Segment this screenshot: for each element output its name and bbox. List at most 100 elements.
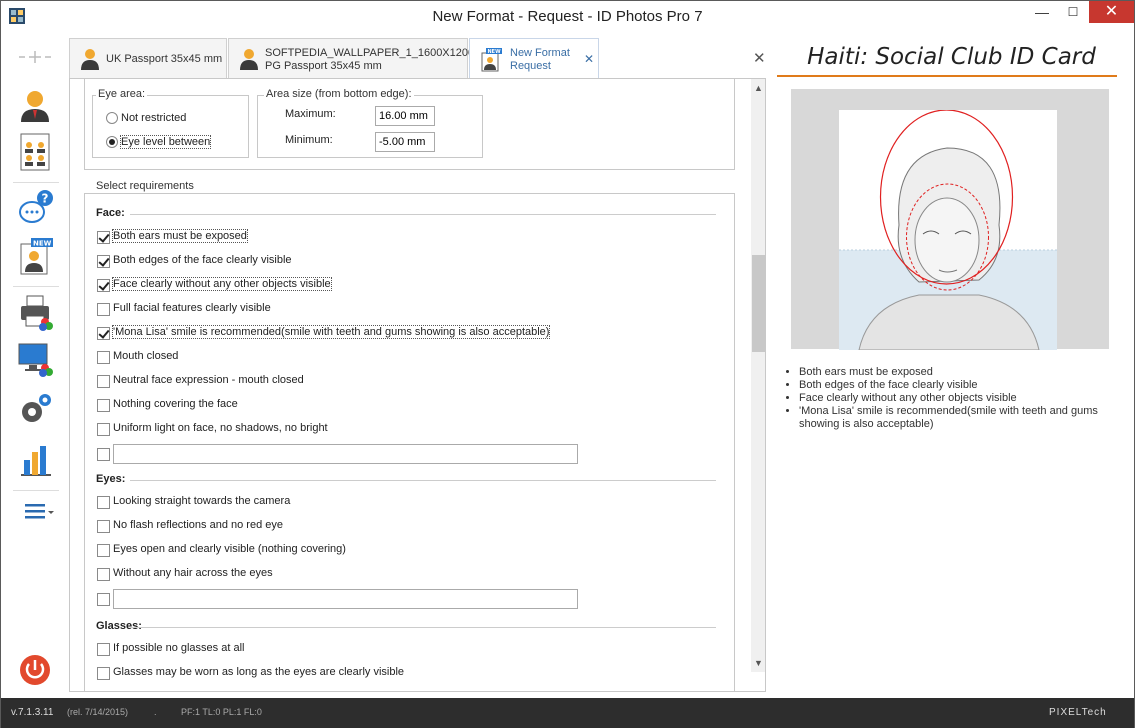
person-icon: [239, 48, 259, 70]
app-window: New Format - Request - ID Photos Pro 7 —…: [0, 0, 1135, 728]
scroll-thumb[interactable]: [752, 255, 765, 352]
not-restricted-radio[interactable]: [106, 112, 118, 124]
face-checkbox[interactable]: [97, 255, 110, 268]
list-item: Both edges of the face clearly visible: [799, 379, 1129, 392]
brand-logo: PIXELTech: [1049, 707, 1107, 718]
face-checkbox[interactable]: [97, 327, 110, 340]
area-size-label: Area size (from bottom edge):: [264, 88, 414, 100]
maximum-label: Maximum:: [285, 108, 336, 120]
glasses-requirement-label: If possible no glasses at all: [113, 642, 245, 654]
title-bar: New Format - Request - ID Photos Pro 7 —…: [1, 1, 1134, 32]
face-custom-input[interactable]: [113, 444, 578, 464]
eye-area-label: Eye area:: [96, 88, 148, 100]
eyes-custom-input[interactable]: [113, 589, 578, 609]
face-checkbox[interactable]: [97, 399, 110, 412]
help-chat-icon[interactable]: ?: [15, 188, 55, 228]
requirements-label: Select requirements: [94, 180, 196, 192]
menu-icon[interactable]: [15, 498, 55, 526]
photo-preview: [791, 89, 1109, 350]
face-custom-checkbox[interactable]: [97, 448, 110, 461]
scrollbar[interactable]: ▲ ▼: [751, 79, 765, 672]
tab-label: UK Passport 35x45 mm: [106, 53, 223, 65]
maximum-input[interactable]: [375, 106, 435, 126]
chart-icon[interactable]: [15, 440, 55, 480]
scroll-down-icon[interactable]: ▼: [754, 658, 763, 668]
status-dot: .: [154, 707, 157, 717]
tab-new-format-request[interactable]: NEW New Format Request ✕: [469, 38, 599, 78]
preview-pane: Haiti: Social Club ID Card Both: [769, 32, 1134, 698]
new-format-icon[interactable]: NEW: [15, 236, 55, 276]
eye-level-label: Eye level between: [119, 135, 212, 149]
face-requirement-label: Face clearly without any other objects v…: [112, 277, 332, 291]
minimize-button[interactable]: —: [1027, 1, 1057, 23]
person-icon: [80, 48, 100, 70]
version-text: v.7.1.3.11: [11, 707, 54, 718]
minimum-label: Minimum:: [285, 134, 333, 146]
requirements-group: [84, 193, 735, 691]
eyes-requirement-label: Looking straight towards the camera: [113, 495, 291, 507]
svg-text:?: ?: [42, 192, 49, 206]
eye-area-group: [92, 95, 249, 158]
face-requirement-label: Mouth closed: [113, 350, 179, 362]
release-text: (rel. 7/14/2015): [67, 707, 129, 717]
sidebar-divider: [13, 286, 59, 287]
face-requirement-label: Both ears must be exposed: [112, 229, 248, 243]
glasses-checkbox[interactable]: [97, 643, 110, 656]
title-underline: [777, 75, 1117, 77]
face-checkbox[interactable]: [97, 423, 110, 436]
face-divider: [130, 214, 716, 215]
preview-title: Haiti: Social Club ID Card: [807, 44, 1096, 70]
eye-level-radio[interactable]: [106, 136, 118, 148]
eyes-checkbox[interactable]: [97, 496, 110, 509]
eyes-checkbox[interactable]: [97, 568, 110, 581]
tab-sublabel: PG Passport 35x45 mm: [265, 60, 382, 72]
person-icon[interactable]: [15, 86, 55, 126]
face-requirement-label: Nothing covering the face: [113, 398, 238, 410]
face-requirement-label: Full facial features clearly visible: [113, 302, 271, 314]
area-size-group: [257, 95, 483, 158]
glasses-heading: Glasses:: [96, 620, 142, 632]
sidebar-divider: [13, 182, 59, 183]
maximize-button[interactable]: ☐: [1058, 1, 1088, 23]
face-requirement-label: Both edges of the face clearly visible: [113, 254, 292, 266]
face-checkbox[interactable]: [97, 351, 110, 364]
eyes-checkbox[interactable]: [97, 520, 110, 533]
tab-bar: UK Passport 35x45 mm SOFTPEDIA_WALLPAPER…: [69, 38, 769, 78]
tab-softpedia[interactable]: SOFTPEDIA_WALLPAPER_1_1600X1200 PG Passp…: [228, 38, 474, 78]
window-title: New Format - Request - ID Photos Pro 7: [432, 8, 703, 25]
face-checkbox[interactable]: [97, 375, 110, 388]
tab-uk-passport[interactable]: UK Passport 35x45 mm: [69, 38, 227, 78]
print-icon[interactable]: [15, 294, 55, 334]
eyes-custom-checkbox[interactable]: [97, 593, 110, 606]
glasses-checkbox[interactable]: [97, 667, 110, 680]
new-badge: NEW: [488, 49, 502, 55]
scroll-up-icon[interactable]: ▲: [754, 83, 763, 93]
list-item: 'Mona Lisa' smile is recommended(smile w…: [799, 405, 1129, 431]
eyes-heading: Eyes:: [96, 473, 126, 485]
tab-close-icon[interactable]: ✕: [584, 52, 594, 66]
tab-label: SOFTPEDIA_WALLPAPER_1_1600X1200: [265, 47, 475, 59]
face-checkbox[interactable]: [97, 303, 110, 316]
format-editor-panel: Eye area: Not restricted Eye level betwe…: [69, 78, 766, 692]
face-checkbox[interactable]: [97, 279, 110, 292]
new-format-icon: NEW: [480, 48, 502, 72]
monitor-icon[interactable]: [15, 340, 55, 380]
add-icon[interactable]: [15, 46, 55, 68]
eyes-checkbox[interactable]: [97, 544, 110, 557]
glasses-requirement-label: Glasses may be worn as long as the eyes …: [113, 666, 405, 678]
minimum-input[interactable]: [375, 132, 435, 152]
list-item: Both ears must be exposed: [799, 366, 1129, 379]
settings-icon[interactable]: [15, 388, 55, 428]
group-photo-icon[interactable]: [15, 132, 55, 172]
panel-close-icon[interactable]: ✕: [753, 49, 766, 67]
status-bar: v.7.1.3.11 (rel. 7/14/2015) . PF:1 TL:0 …: [1, 698, 1134, 728]
glasses-divider: [130, 627, 716, 628]
face-checkbox[interactable]: [97, 231, 110, 244]
face-requirement-label: 'Mona Lisa' smile is recommended(smile w…: [111, 325, 551, 339]
face-requirement-label: Neutral face expression - mouth closed: [113, 374, 304, 386]
tab-sublabel: Request: [510, 60, 551, 72]
eyes-requirement-label: Eyes open and clearly visible (nothing c…: [113, 543, 346, 555]
list-item: Face clearly without any other objects v…: [799, 392, 1129, 405]
close-button[interactable]: ✕: [1089, 1, 1134, 23]
power-icon[interactable]: [15, 650, 55, 690]
